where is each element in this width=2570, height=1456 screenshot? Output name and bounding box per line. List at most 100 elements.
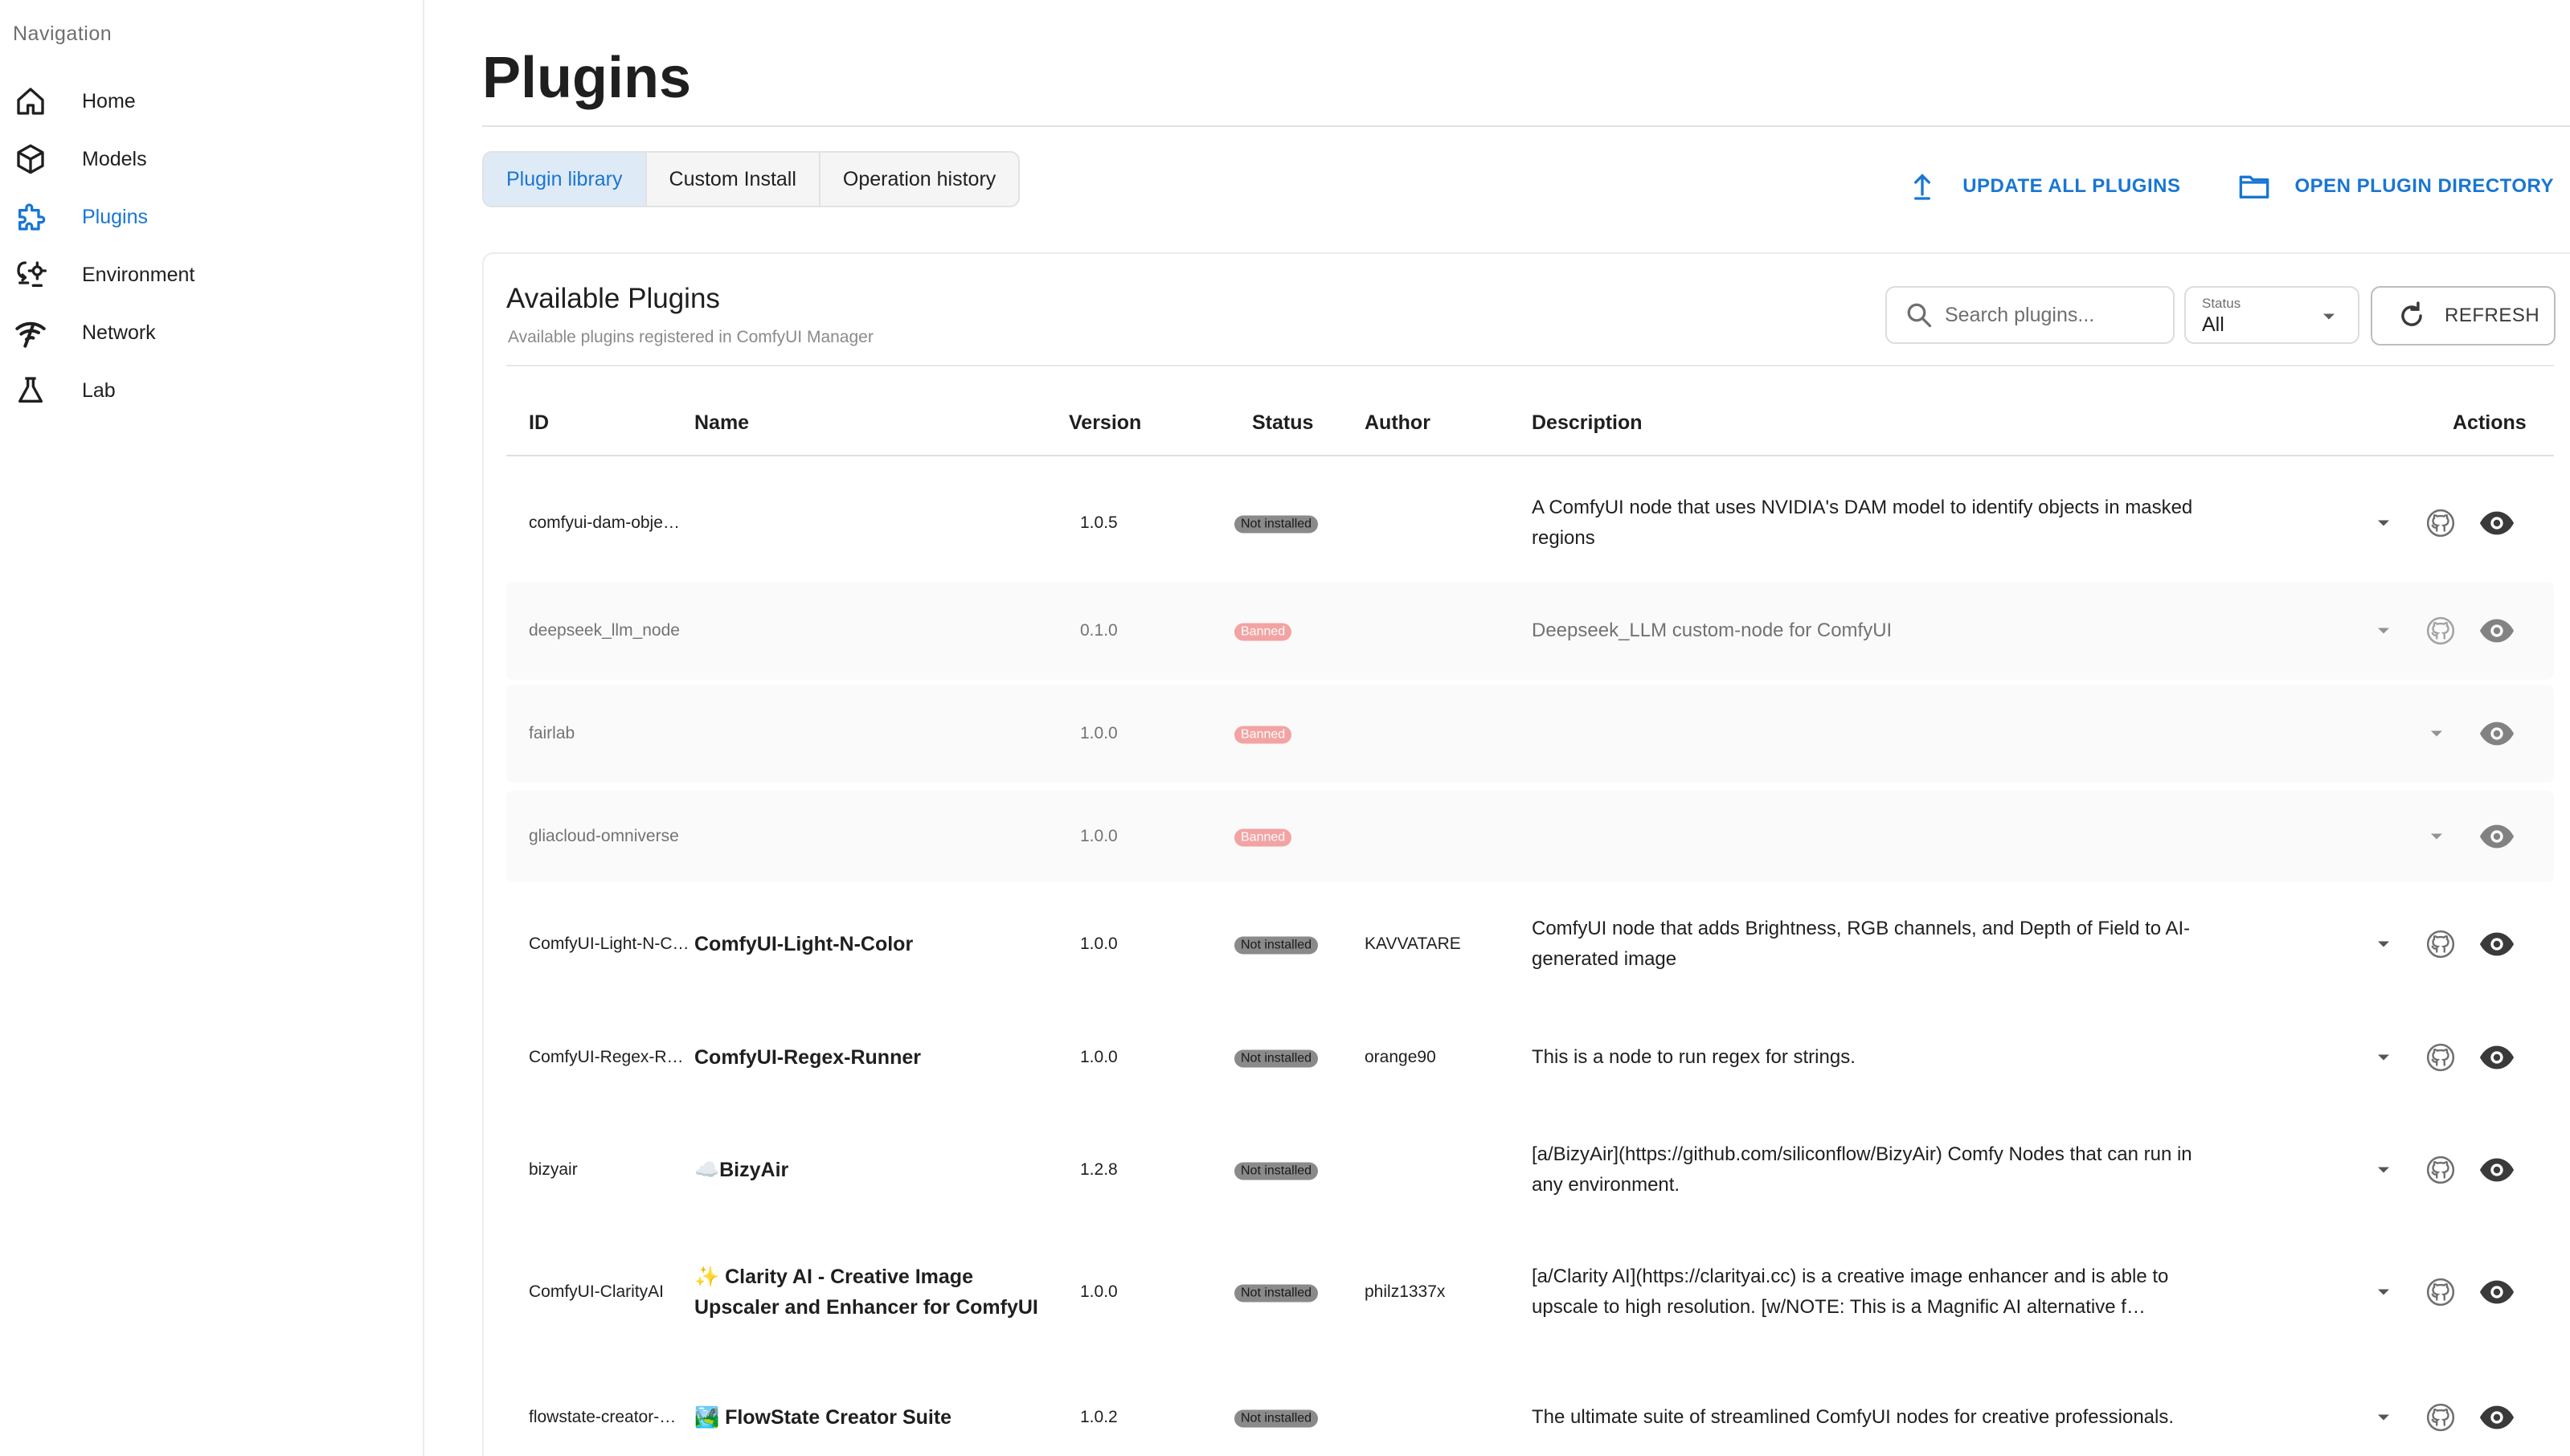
- install-dropdown-icon[interactable]: [2372, 933, 2395, 955]
- tab-operation-history[interactable]: Operation history: [821, 153, 1018, 206]
- plugins-card: Available Plugins Available plugins regi…: [482, 252, 2570, 1456]
- table-row: flowstate-creator-… 🏞️ FlowState Creator …: [506, 1358, 2554, 1456]
- plugin-description: A ComfyUI node that uses NVIDIA's DAM mo…: [1532, 497, 2193, 549]
- plugin-version: 0.1.0: [1080, 621, 1118, 640]
- nav-heading: Navigation: [13, 22, 113, 45]
- plugin-version: 1.2.8: [1080, 1160, 1118, 1179]
- column-header-status[interactable]: Status: [1252, 411, 1313, 435]
- plugin-id: flowstate-creator-…: [529, 1408, 677, 1426]
- column-header-description[interactable]: Description: [1532, 411, 1643, 435]
- column-header-actions: Actions: [2453, 411, 2527, 434]
- github-icon[interactable]: [2425, 1155, 2456, 1185]
- table-row: ComfyUI-ClarityAI ✨ Clarity AI - Creative…: [506, 1229, 2554, 1355]
- top-actions: UPDATE ALL PLUGINS OPEN PLUGIN DIRECTORY: [1906, 170, 2554, 202]
- card-divider: [506, 365, 2554, 366]
- github-icon[interactable]: [2425, 1402, 2456, 1433]
- search-input[interactable]: [1945, 303, 2154, 327]
- table-row: gliacloud-omniverse 1.0.0 Banned: [506, 791, 2554, 882]
- table-row: ComfyUI-Regex-Ru… ComfyUI-Regex-Runner 1.0…: [506, 1008, 2554, 1107]
- install-dropdown-icon[interactable]: [2372, 1046, 2395, 1069]
- plugin-version: 1.0.2: [1080, 1408, 1118, 1426]
- status-badge-text: Banned: [1234, 828, 1292, 847]
- plugin-author: philz1337x: [1365, 1282, 1446, 1301]
- column-header-version[interactable]: Version: [1069, 411, 1141, 435]
- sidebar-item-label: Lab: [82, 378, 116, 402]
- eye-icon[interactable]: [2478, 1151, 2515, 1188]
- github-icon[interactable]: [2425, 616, 2456, 646]
- sidebar-item-home[interactable]: Home: [0, 72, 424, 130]
- search-box[interactable]: [1885, 286, 2175, 344]
- status-badge-text: Not installed: [1234, 1284, 1319, 1303]
- plugin-description: This is a node to run regex for strings.: [1532, 1046, 1856, 1068]
- search-icon: [1907, 303, 1932, 328]
- sidebar-item-label: Network: [82, 321, 156, 344]
- eye-icon[interactable]: [2478, 505, 2515, 542]
- eye-icon[interactable]: [2478, 1399, 2515, 1436]
- refresh-button[interactable]: REFRESH: [2371, 286, 2556, 346]
- status-badge-text: Banned: [1234, 726, 1292, 744]
- plugin-name: ✨ Clarity AI - Creative Image Upscaler a…: [694, 1266, 1038, 1319]
- plugin-name: 🏞️ FlowState Creator Suite: [694, 1406, 952, 1429]
- github-icon[interactable]: [2425, 1277, 2456, 1307]
- plugin-id: ComfyUI-Light-N-C…: [529, 935, 690, 953]
- eye-icon[interactable]: [2478, 715, 2515, 752]
- sidebar-item-plugins[interactable]: Plugins: [0, 188, 424, 246]
- sidebar-item-label: Models: [82, 147, 147, 170]
- status-badge-text: Not installed: [1234, 1049, 1319, 1068]
- status-badge-text: Not installed: [1234, 1162, 1319, 1180]
- sidebar-item-label: Home: [82, 89, 136, 112]
- plugin-description: [a/Clarity AI](https://clarityai.cc) is …: [1532, 1266, 2169, 1318]
- sidebar-item-environment[interactable]: Environment: [0, 246, 424, 304]
- plugin-id: ComfyUI-Regex-Ru…: [529, 1048, 693, 1066]
- table-row: bizyair ☁️BizyAir 1.2.8 Not installed [a/Biz…: [506, 1114, 2554, 1226]
- chevron-down-icon: [2323, 313, 2335, 320]
- sidebar-item-lab[interactable]: Lab: [0, 362, 424, 419]
- install-dropdown-icon[interactable]: [2425, 722, 2448, 745]
- eye-icon[interactable]: [2478, 1274, 2515, 1311]
- eye-icon[interactable]: [2478, 612, 2515, 649]
- plugin-name: ☁️BizyAir: [694, 1159, 789, 1181]
- plugin-author: KAVVATARE: [1365, 935, 1461, 953]
- install-dropdown-icon[interactable]: [2372, 620, 2395, 642]
- sidebar-item-models[interactable]: Models: [0, 130, 424, 188]
- open-plugin-directory-label: OPEN PLUGIN DIRECTORY: [2294, 175, 2554, 197]
- update-all-plugins-button[interactable]: UPDATE ALL PLUGINS: [1906, 170, 2180, 202]
- install-dropdown-icon[interactable]: [2372, 512, 2395, 534]
- eye-icon[interactable]: [2478, 1039, 2515, 1076]
- plugin-id: ComfyUI-ClarityAI: [529, 1282, 665, 1301]
- open-plugin-directory-button[interactable]: OPEN PLUGIN DIRECTORY: [2238, 170, 2554, 202]
- github-icon[interactable]: [2425, 508, 2456, 538]
- status-badge-text: Not installed: [1234, 515, 1319, 534]
- plugin-version: 1.0.0: [1080, 724, 1118, 742]
- sidebar-item-network[interactable]: Network: [0, 304, 424, 362]
- install-dropdown-icon[interactable]: [2425, 825, 2448, 848]
- status-filter-select[interactable]: Status All: [2184, 286, 2359, 344]
- environment-icon: [17, 261, 47, 287]
- status-badge: Not installed: [1234, 1408, 1319, 1428]
- column-header-id[interactable]: ID: [529, 411, 549, 435]
- tab-bar: Plugin library Custom Install Operation …: [482, 151, 1021, 207]
- install-dropdown-icon[interactable]: [2372, 1406, 2395, 1429]
- status-filter-value: All: [2202, 313, 2224, 336]
- nav-list: Home Models Plugins Environment Network …: [0, 72, 424, 419]
- status-badge: Not installed: [1234, 1160, 1319, 1180]
- tab-plugin-library[interactable]: Plugin library: [484, 153, 647, 206]
- plugin-id: gliacloud-omniverse: [529, 827, 679, 845]
- main-content: Plugins Plugin library Custom Install Op…: [482, 0, 2570, 1456]
- plugin-description: [a/BizyAir](https://github.com/siliconfl…: [1532, 1143, 2192, 1196]
- folder-icon: [2240, 175, 2269, 198]
- tab-custom-install[interactable]: Custom Install: [647, 153, 821, 206]
- eye-icon[interactable]: [2478, 926, 2515, 963]
- status-badge: Banned: [1234, 724, 1292, 744]
- plugin-name: ComfyUI-Regex-Runner: [694, 1046, 921, 1069]
- github-icon[interactable]: [2425, 1042, 2456, 1073]
- column-header-author[interactable]: Author: [1365, 411, 1430, 435]
- github-icon[interactable]: [2425, 929, 2456, 959]
- table-row: fairlab 1.0.0 Banned: [506, 685, 2554, 783]
- status-badge: Not installed: [1234, 1048, 1319, 1068]
- install-dropdown-icon[interactable]: [2372, 1281, 2395, 1303]
- status-filter-label: Status: [2202, 296, 2241, 311]
- eye-icon[interactable]: [2478, 818, 2515, 855]
- install-dropdown-icon[interactable]: [2372, 1159, 2395, 1181]
- column-header-name[interactable]: Name: [694, 411, 749, 435]
